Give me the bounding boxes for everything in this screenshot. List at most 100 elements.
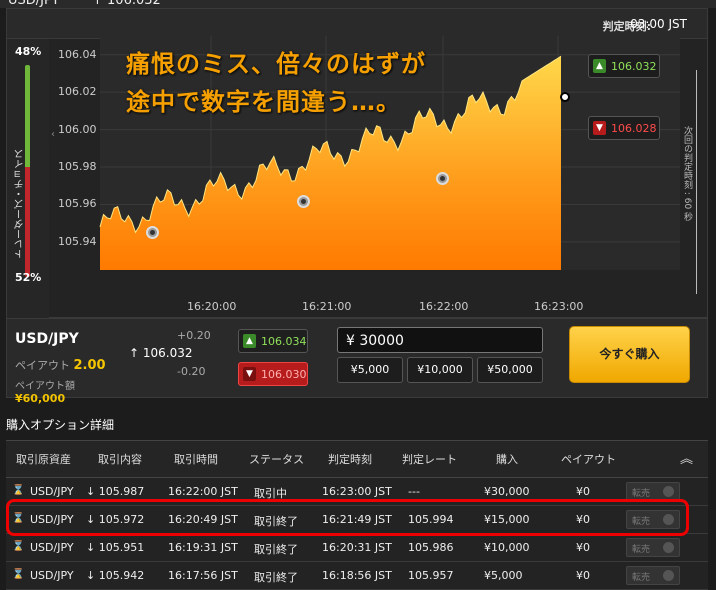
current-price-dot xyxy=(560,92,570,102)
cell-payout: ¥0 xyxy=(576,541,590,554)
collapse-icon[interactable]: ︽ xyxy=(680,448,693,467)
hourglass-icon: ⌛ xyxy=(12,569,25,580)
column-header: ステータス xyxy=(249,453,304,466)
trade-info: USD/JPY ペイアウト 2.00 ペイアウト額 ¥60,000 xyxy=(7,319,125,405)
low-button[interactable]: ▼ 106.030 xyxy=(238,362,308,386)
quick-amount-10000[interactable]: ¥10,000 xyxy=(407,357,473,383)
high-button-price: 106.034 xyxy=(261,335,307,348)
column-header: 判定レート xyxy=(402,453,457,466)
payout: ペイアウト 2.00 xyxy=(15,357,106,373)
payout-amount-value: ¥60,000 xyxy=(15,392,66,405)
trade-pin-icon[interactable] xyxy=(436,172,449,185)
x-tick-label: 16:21:00 xyxy=(302,300,352,313)
down-arrow-icon: ▼ xyxy=(593,121,606,135)
quick-amount-50000[interactable]: ¥50,000 xyxy=(477,357,543,383)
x-tick-label: 16:22:00 xyxy=(419,300,469,313)
cell-status: 取引終了 xyxy=(254,571,298,584)
strike-center-value: 106.032 xyxy=(142,346,193,360)
y-tick-label: 106.04 xyxy=(58,47,97,61)
arrow-circle-icon xyxy=(663,486,674,497)
table-header: 取引原資産 取引内容 取引時間 ステータス 判定時刻 判定レート 購入 ペイアウ… xyxy=(6,440,708,478)
judgement-line xyxy=(696,70,697,294)
sell-button[interactable]: 転売 xyxy=(626,538,680,557)
hourglass-icon: ⌛ xyxy=(12,541,25,552)
x-tick-label: 16:20:00 xyxy=(187,300,237,313)
column-header: 判定時刻 xyxy=(328,453,372,466)
y-tick-label: 106.00 xyxy=(58,122,97,136)
cell-asset: USD/JPY xyxy=(30,569,74,582)
column-header: ペイアウト xyxy=(561,453,616,466)
high-button[interactable]: ▲ 106.034 xyxy=(238,329,308,353)
trade-pin-icon[interactable] xyxy=(146,226,159,239)
payout-value: 2.00 xyxy=(73,358,106,373)
cell-time: 16:19:31 JST xyxy=(168,541,238,554)
table-row[interactable]: ⌛ USD/JPY ↓ 105.942 16:17:56 JST 取引終了 16:18:5… xyxy=(6,562,708,590)
payout-amount: ペイアウト額 ¥60,000 xyxy=(15,377,125,405)
cell-rate: 105.957 xyxy=(408,569,454,582)
cell-time: 16:17:56 JST xyxy=(168,569,238,582)
cell-content: ↓ 105.951 xyxy=(86,541,145,554)
high-price-value: 106.032 xyxy=(611,60,657,73)
highlight-annotation xyxy=(6,499,689,536)
sell-label: 転売 xyxy=(632,545,651,555)
amount-input[interactable]: ¥ 30000 xyxy=(337,327,543,353)
sell-label: 転売 xyxy=(632,573,651,583)
y-tick-label: 105.98 xyxy=(58,160,97,174)
cell-asset: USD/JPY xyxy=(30,485,74,498)
top-bar: USD/JPY ↑ 106.032 xyxy=(0,0,716,8)
down-arrow-icon: ▼ xyxy=(243,367,256,381)
cell-buy: ¥10,000 xyxy=(484,541,530,554)
up-arrow-icon: ▲ xyxy=(593,59,606,73)
low-price-value: 106.028 xyxy=(611,122,657,135)
up-arrow-icon: ▲ xyxy=(243,334,256,348)
sell-label: 転売 xyxy=(632,489,651,499)
cell-judge: 16:23:00 JST xyxy=(322,485,392,498)
quick-amount-5000[interactable]: ¥5,000 xyxy=(337,357,403,383)
top-pair: USD/JPY xyxy=(8,0,60,8)
details-title: 購入オプション詳細 xyxy=(6,418,115,432)
strike-center[interactable]: ↑ 106.032 xyxy=(129,346,193,360)
arrow-circle-icon xyxy=(663,570,674,581)
price-chart: 106.04 106.02 106.00 105.98 105.96 105.94 16:… xyxy=(6,30,706,320)
cell-rate: 105.986 xyxy=(408,541,454,554)
column-header: 取引内容 xyxy=(98,453,142,466)
trade-panel: USD/JPY ペイアウト 2.00 ペイアウト額 ¥60,000 +0.20 … xyxy=(6,318,708,405)
trade-pair: USD/JPY xyxy=(15,331,79,347)
overlay-caption-2: 途中で数字を間違う…。 xyxy=(126,88,401,116)
cell-rate: --- xyxy=(408,485,420,498)
next-judgement-label: 次回の判定時刻 : 60 秒 xyxy=(682,126,692,222)
payout-amount-label: ペイアウト額 xyxy=(15,381,75,392)
strike-selector[interactable]: +0.20 ↑ 106.032 -0.20 xyxy=(125,319,235,399)
y-tick-label: 105.96 xyxy=(58,197,97,211)
sell-button[interactable]: 転売 xyxy=(626,566,680,585)
cell-judge: 16:20:31 JST xyxy=(322,541,392,554)
cell-buy: ¥30,000 xyxy=(484,485,530,498)
cell-judge: 16:18:56 JST xyxy=(322,569,392,582)
high-price-box[interactable]: ▲ 106.032 xyxy=(588,54,660,78)
y-tick-label: 106.02 xyxy=(58,85,97,99)
low-button-price: 106.030 xyxy=(261,368,307,381)
column-header: 取引原資産 xyxy=(16,453,71,466)
trade-pin-icon[interactable] xyxy=(297,195,310,208)
top-price: ↑ 106.032 xyxy=(92,0,161,8)
cell-content: ↓ 105.987 xyxy=(86,485,145,498)
strike-plus[interactable]: +0.20 xyxy=(177,329,211,342)
cell-time: 16:22:00 JST xyxy=(168,485,238,498)
cell-payout: ¥0 xyxy=(576,569,590,582)
buy-now-button[interactable]: 今すぐ購入 xyxy=(569,326,690,383)
cell-buy: ¥5,000 xyxy=(484,569,523,582)
hourglass-icon: ⌛ xyxy=(12,485,25,496)
cell-payout: ¥0 xyxy=(576,485,590,498)
y-tick-label: 105.94 xyxy=(58,234,97,248)
low-price-box[interactable]: ▼ 106.028 xyxy=(588,116,660,140)
overlay-caption-1: 痛恨のミス、倍々のはずが xyxy=(126,50,426,78)
x-tick-label: 16:23:00 xyxy=(534,300,584,313)
judgement-time: 03:00 JST xyxy=(630,17,687,31)
cell-asset: USD/JPY xyxy=(30,541,74,554)
table-row[interactable]: ⌛ USD/JPY ↓ 105.951 16:19:31 JST 取引終了 16:20:3… xyxy=(6,534,708,562)
payout-label: ペイアウト xyxy=(15,359,70,372)
cell-content: ↓ 105.942 xyxy=(86,569,145,582)
column-header: 購入 xyxy=(496,453,518,466)
arrow-circle-icon xyxy=(663,542,674,553)
strike-minus[interactable]: -0.20 xyxy=(177,365,205,378)
